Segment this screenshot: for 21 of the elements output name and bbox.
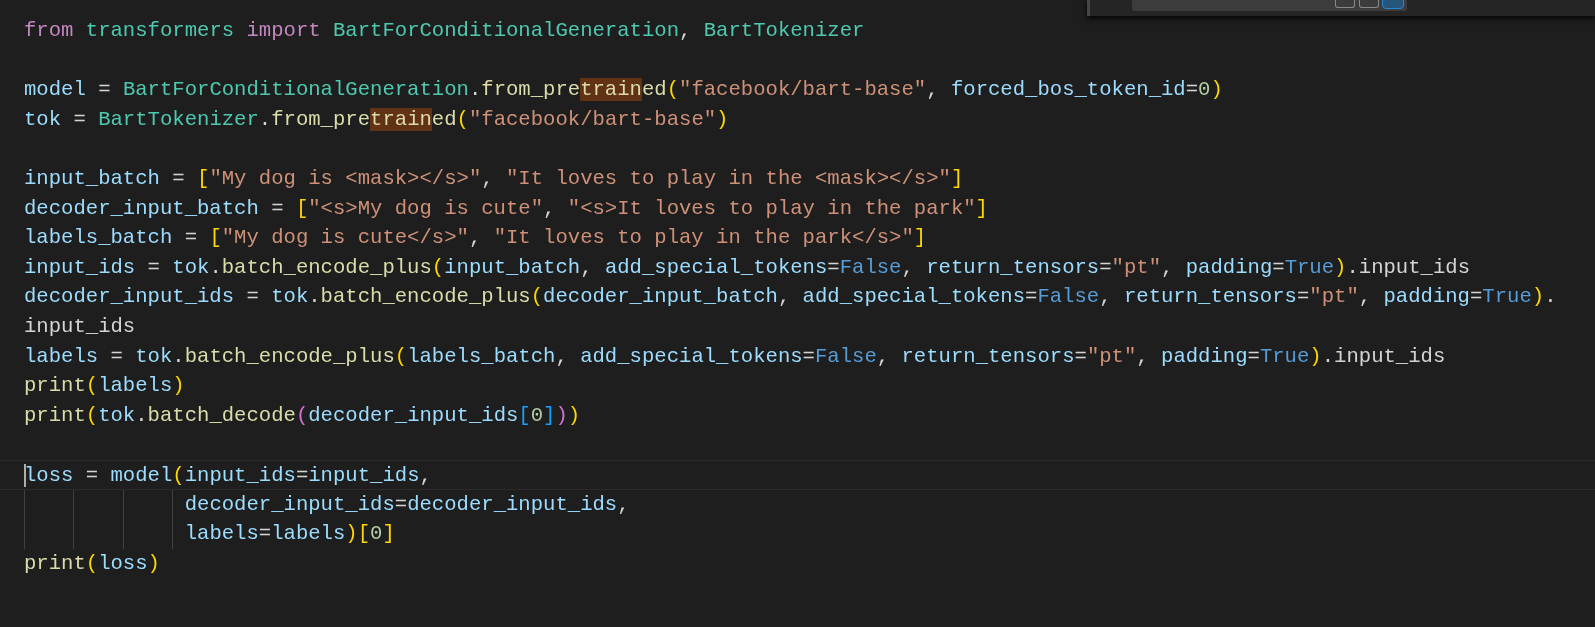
- option-toggle[interactable]: [1383, 0, 1403, 8]
- option-toggle[interactable]: [1359, 0, 1379, 8]
- code-line: decoder_input_ids=decoder_input_ids,: [0, 489, 1595, 520]
- code-line: labels=labels)[0]: [0, 519, 1595, 549]
- code-line: input_batch = ["My dog is <mask></s>", "It loves to play in the <mask></s>"]: [23, 165, 965, 192]
- code-line: print(tok.batch_decode(decoder_input_ids[0])): [23, 402, 582, 429]
- code-line: decoder_input_ids = tok.batch_encode_plus(decoder_input_batch, add_special_tokens=False, return_tensors="pt", padding=True).: [23, 284, 1558, 311]
- option-toggle[interactable]: [1335, 0, 1355, 8]
- code-line: tok = BartTokenizer.from_pretrained("facebook/bart-base"): [23, 106, 730, 133]
- code-line: labels = tok.batch_encode_plus(labels_batch, add_special_tokens=False, return_tensors="pt", padding=True).input_ids: [23, 343, 1447, 370]
- text-cursor: [24, 463, 26, 487]
- code-line: model = BartForConditionalGeneration.from_pretrained("facebook/bart-base", forced_bos_token_id=0): [23, 77, 1224, 104]
- search-field[interactable]: [1132, 0, 1407, 11]
- code-line: input_ids = tok.batch_encode_plus(input_batch, add_special_tokens=False, return_tensors="pt", padding=True).input_ids: [23, 254, 1471, 281]
- code-line: from transformers import BartForConditionalGeneration, BartTokenizer: [23, 18, 866, 44]
- code-line: decoder_input_batch = ["<s>My dog is cute", "<s>It loves to play in the park"]: [23, 195, 989, 222]
- code-line: print(labels): [23, 373, 186, 400]
- code-line: loss = model(input_ids=input_ids,: [0, 459, 1595, 490]
- code-line: print(loss): [23, 550, 161, 577]
- code-line: labels_batch = ["My dog is cute</s>", "It loves to play in the park</s>"]: [23, 225, 928, 252]
- code-line: input_ids: [23, 313, 137, 340]
